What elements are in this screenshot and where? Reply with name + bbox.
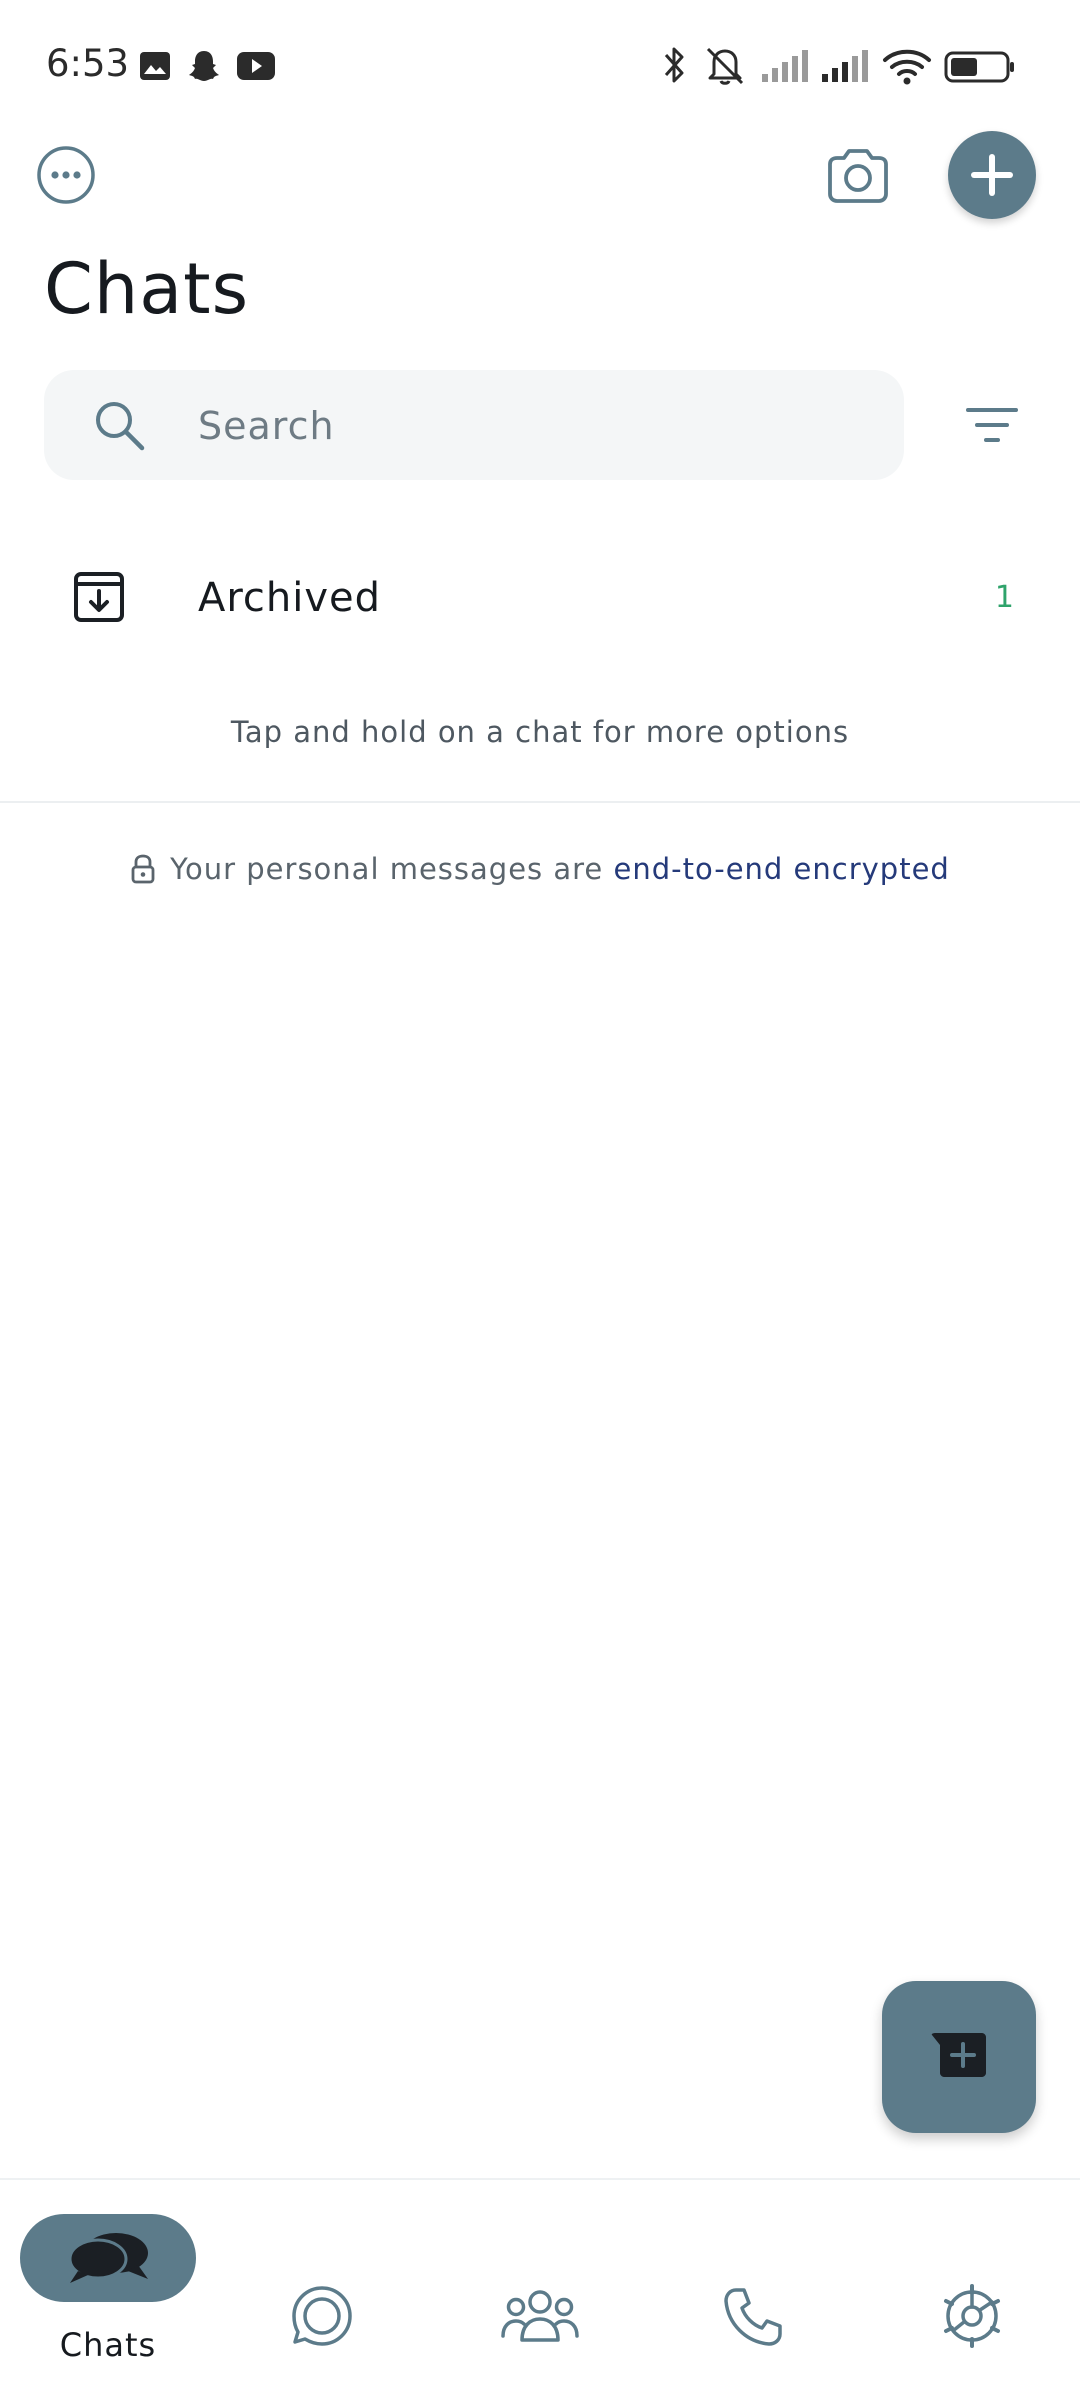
encryption-notice: Your personal messages are end-to-end en… [0, 846, 1080, 892]
archived-row[interactable]: Archived 1 [0, 538, 1080, 658]
search-icon [92, 398, 148, 454]
calls-icon [724, 2288, 782, 2346]
page-title: Chats [44, 248, 250, 330]
divider [0, 801, 1080, 803]
nav-item-settings[interactable] [940, 2284, 1004, 2348]
signal-icon [760, 48, 812, 84]
signal-icon [820, 48, 872, 84]
updates-icon [292, 2286, 352, 2346]
plus-icon [971, 154, 1013, 196]
battery-icon [944, 50, 1016, 84]
filter-icon[interactable] [964, 404, 1020, 448]
communities-icon [501, 2290, 579, 2342]
encryption-link[interactable]: end-to-end encrypted [614, 852, 950, 886]
youtube-icon [236, 51, 276, 81]
nav-item-chats[interactable] [20, 2214, 196, 2302]
nav-item-updates[interactable] [290, 2284, 354, 2348]
nav-label-chats: Chats [59, 2326, 157, 2364]
nav-item-communities[interactable] [500, 2288, 580, 2344]
archive-icon [72, 570, 126, 624]
chats-icon [66, 2229, 152, 2287]
hint-text: Tap and hold on a chat for more options [230, 715, 850, 749]
archived-label: Archived [198, 575, 382, 621]
new-button[interactable] [948, 131, 1036, 219]
lock-icon [130, 853, 156, 885]
encryption-prefix: Your personal messages are [170, 852, 614, 886]
bottom-nav: Chats [0, 2178, 1080, 2400]
snapchat-icon [186, 48, 222, 84]
settings-icon [944, 2284, 1000, 2348]
status-time: 6:53 [46, 42, 130, 85]
wifi-icon [882, 48, 932, 86]
camera-icon[interactable] [824, 146, 892, 206]
more-options-icon[interactable] [36, 145, 96, 205]
new-chat-icon [930, 2029, 988, 2085]
chats-screen: 6:53 Chats Search Archived 1 Tap and hol… [0, 0, 1080, 2400]
search-bar[interactable] [44, 370, 904, 482]
search-input[interactable] [196, 370, 880, 482]
nav-item-calls[interactable] [722, 2286, 784, 2348]
new-chat-button[interactable] [882, 1981, 1036, 2133]
gallery-icon [138, 50, 172, 82]
bluetooth-icon [660, 44, 688, 86]
mute-icon [702, 44, 748, 86]
archived-count-badge: 1 [994, 580, 1014, 615]
